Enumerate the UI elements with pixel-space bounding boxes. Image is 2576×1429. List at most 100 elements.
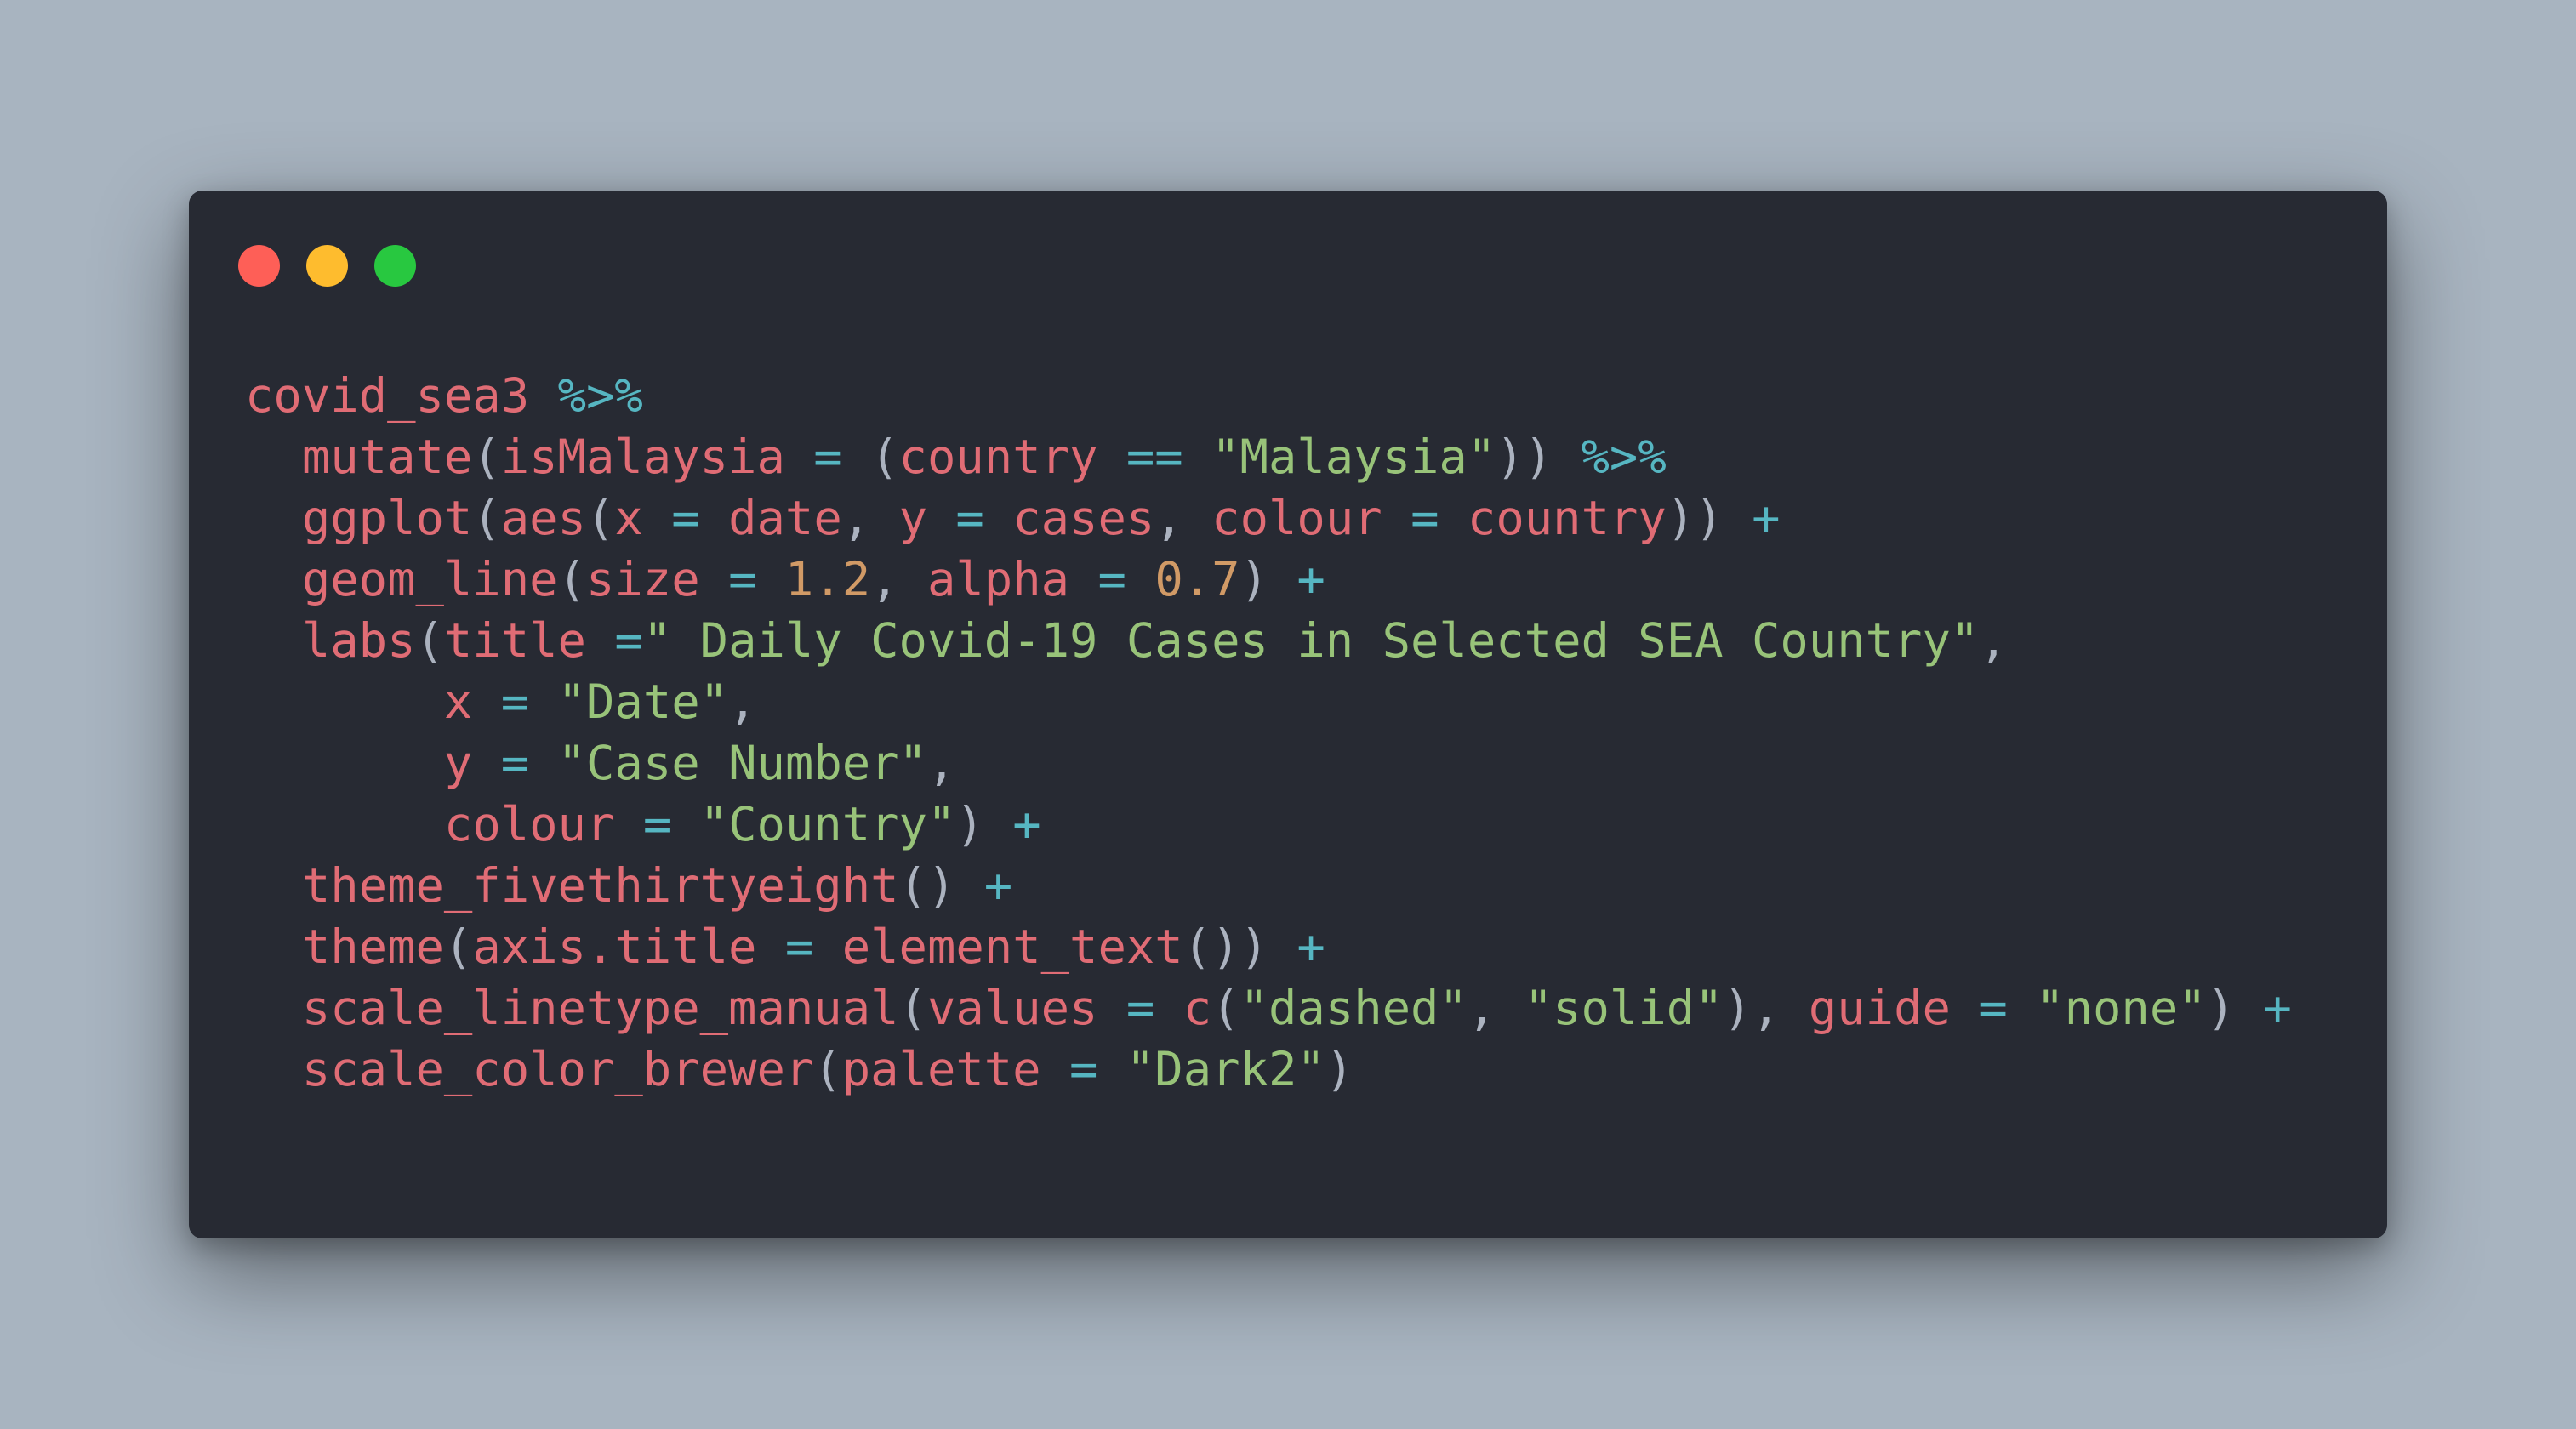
code-token: theme_fivethirtyeight [301,858,899,914]
code-token: , [1467,981,1525,1036]
code-token: mutate [301,430,473,485]
code-token: %>% [1581,430,1667,485]
code-token: = [1126,981,1155,1036]
code-token: )) [1496,430,1553,485]
code-token: ()) [1183,919,1268,975]
code-token: "Country" [699,797,956,852]
code-token: values [926,981,1098,1036]
maximize-button[interactable] [374,245,416,287]
code-token: scale_linetype_manual [301,981,899,1036]
code-token: " Daily Covid-19 Cases in Selected SEA C… [642,613,1980,669]
code-token: = [1411,491,1439,546]
code-token: = [784,919,814,975]
code-token: palette [841,1042,1041,1097]
code-token: = [1097,552,1126,607]
code-token: ( [813,1042,842,1097]
code-token: , [728,675,757,730]
code-block: covid_sea3 %>% mutate(isMalaysia = (coun… [245,366,2292,1101]
code-line: theme(axis.title = element_text()) + [245,917,2292,978]
code-token: + [1752,491,1781,546]
code-token: + [1297,552,1325,607]
code-token: c [1183,981,1212,1036]
code-line: scale_color_brewer(palette = "Dark2") [245,1039,2292,1101]
code-line: y = "Case Number", [245,733,2292,794]
code-token: ( [415,613,444,669]
code-token: = [1069,1042,1098,1097]
code-token: = [614,613,643,669]
code-token: date [728,491,842,546]
code-token: ), [1723,981,1809,1036]
code-token: == [1126,430,1183,485]
code-token: ggplot [301,491,473,546]
code-token: ) [2206,981,2236,1036]
code-line: theme_fivethirtyeight() + [245,856,2292,917]
code-token: %>% [557,368,643,424]
code-token: "Date" [557,675,729,730]
code-line: colour = "Country") + [245,794,2292,856]
code-token: ( [585,491,615,546]
code-token: colour [443,797,615,852]
code-window: covid_sea3 %>% mutate(isMalaysia = (coun… [189,191,2387,1238]
code-token: = [728,552,757,607]
code-token: + [1297,919,1325,975]
code-token: 1.2 [784,552,871,607]
code-token: = [955,491,984,546]
code-token: cases [1012,491,1155,546]
code-token: ( [472,491,501,546]
code-token: x [614,491,643,546]
code-token: country [898,430,1098,485]
code-token: "Case Number" [557,736,927,791]
code-token: labs [301,613,416,669]
close-button[interactable] [238,245,280,287]
code-token: element_text [841,919,1183,975]
minimize-button[interactable] [306,245,348,287]
code-token: = [671,491,700,546]
code-token: () [898,858,956,914]
code-line: scale_linetype_manual(values = c("dashed… [245,978,2292,1039]
code-token: colour [1211,491,1382,546]
code-token: country [1467,491,1667,546]
code-token: ( [841,430,899,485]
code-token: theme [301,919,444,975]
code-token: "solid" [1524,981,1724,1036]
code-token: ( [472,430,501,485]
code-token: + [2263,981,2292,1036]
code-token: geom_line [301,552,558,607]
code-line: x = "Date", [245,672,2292,733]
code-token: alpha [926,552,1070,607]
code-token: ( [443,919,473,975]
code-token: 0.7 [1154,552,1240,607]
